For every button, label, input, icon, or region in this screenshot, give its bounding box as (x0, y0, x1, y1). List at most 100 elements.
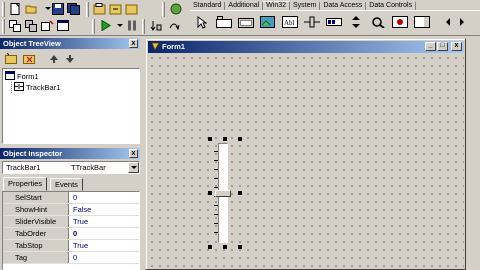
toolbar-separator (162, 2, 165, 17)
new-icon[interactable] (8, 1, 23, 16)
property-row[interactable]: Tag 0 (3, 252, 139, 264)
treeview-list: Form1 TrackBar1 (2, 68, 140, 144)
palette-tabs: Standard Additional Win32 System Data Access… (190, 0, 480, 11)
resize-handle[interactable] (208, 137, 212, 141)
property-row[interactable]: TabStop True (3, 240, 139, 252)
animate-icon[interactable] (390, 13, 410, 31)
trackbar-node-icon (14, 82, 24, 94)
toggle-form-unit-icon[interactable] (40, 18, 55, 33)
tab-properties[interactable]: Properties (3, 177, 48, 191)
toolbar-grip[interactable] (2, 19, 5, 34)
form-client-area[interactable] (148, 54, 464, 269)
property-value[interactable]: True (73, 240, 88, 251)
treeview-title-bar[interactable]: Object TreeView x (0, 38, 140, 49)
object-treeview-panel: Object TreeView x Form1 TrackBar1 (0, 38, 142, 146)
toolbar-row-file (2, 1, 187, 17)
inspector-title-bar[interactable]: Object Inspector x (0, 148, 140, 159)
toolbar-separator (92, 19, 95, 34)
inspector-object-selector[interactable]: TrackBar1 TTrackBar (2, 161, 140, 174)
open-project-icon[interactable] (92, 1, 107, 16)
property-name: SelStart (3, 192, 69, 203)
tree-node-trackbar1[interactable]: TrackBar1 (11, 82, 60, 93)
tree-node-label: Form1 (17, 72, 39, 81)
property-value[interactable]: 0 (73, 228, 77, 239)
delete-item-icon[interactable] (22, 51, 37, 66)
form-designer-window[interactable]: Form1 _ □ x (145, 38, 466, 270)
inspector-title: Object Inspector (3, 149, 63, 158)
property-row[interactable]: SelStart 0 (3, 192, 139, 204)
save-all-icon[interactable] (66, 1, 81, 16)
close-button[interactable]: x (451, 42, 462, 51)
property-name: SliderVisible (3, 216, 69, 227)
tab-events[interactable]: Events (50, 178, 83, 191)
property-row[interactable]: TabOrder 0 (3, 228, 139, 240)
resize-handle[interactable] (223, 245, 227, 249)
move-down-icon[interactable] (62, 51, 77, 66)
help-icon[interactable] (168, 1, 183, 16)
toolbar-separator (86, 2, 89, 17)
new-form-icon[interactable] (56, 18, 71, 33)
pointer-icon[interactable] (192, 13, 212, 31)
resize-handle[interactable] (238, 245, 242, 249)
resize-handle[interactable] (223, 137, 227, 141)
resize-handle[interactable] (238, 137, 242, 141)
property-grid: SelStart 0 ShowHint False SliderVisible … (2, 191, 140, 270)
tabcontrol-icon[interactable] (214, 13, 234, 31)
new-item-icon[interactable] (4, 51, 19, 66)
step-over-icon[interactable] (166, 18, 181, 33)
trackbar-component[interactable] (208, 137, 242, 249)
move-up-icon[interactable] (46, 51, 61, 66)
resize-handle[interactable] (208, 245, 212, 249)
property-row[interactable]: ShowHint False (3, 204, 139, 216)
updown-icon[interactable] (346, 13, 366, 31)
treeview-title: Object TreeView (3, 39, 61, 48)
hotkey-icon[interactable] (368, 13, 388, 31)
trackbar-thumb[interactable] (215, 190, 231, 197)
save-project-icon[interactable] (108, 1, 123, 16)
pause-icon[interactable] (124, 18, 139, 33)
imagelist-icon[interactable] (258, 13, 278, 31)
remove-file-icon[interactable] (124, 1, 139, 16)
palette-components: Abl (190, 10, 480, 32)
resize-handle[interactable] (208, 191, 212, 195)
maximize-button[interactable]: □ (437, 42, 448, 51)
resize-handle[interactable] (238, 191, 242, 195)
selected-object-type: TTrackBar (71, 163, 106, 172)
tree-node-form1[interactable]: Form1 (5, 71, 39, 82)
form-title: Form1 (162, 42, 185, 51)
property-row[interactable]: SliderVisible True (3, 216, 139, 228)
progressbar-icon[interactable] (324, 13, 344, 31)
view-form-icon[interactable] (24, 18, 39, 33)
trackbar-icon[interactable] (302, 13, 322, 31)
richedit-icon[interactable]: Abl (280, 13, 300, 31)
view-unit-icon[interactable] (8, 18, 23, 33)
object-inspector-panel: Object Inspector x TrackBar1 TTrackBar P… (0, 148, 142, 270)
property-value[interactable]: False (73, 204, 91, 215)
palette-scroll-right-icon[interactable] (452, 13, 472, 31)
open-icon[interactable] (24, 1, 39, 16)
trace-into-icon[interactable] (148, 18, 163, 33)
property-value[interactable]: 0 (73, 252, 77, 263)
toolbar-row-view (2, 18, 187, 34)
component-palette: Standard Additional Win32 System Data Access… (190, 0, 480, 36)
property-name: Tag (3, 252, 69, 263)
inspector-close-button[interactable]: x (129, 149, 138, 158)
toolbar-grip[interactable] (2, 2, 5, 17)
palette-tab-win32[interactable]: Win32 (263, 1, 291, 10)
pagecontrol-icon[interactable] (236, 13, 256, 31)
treeview-toolbar (0, 51, 140, 66)
chevron-down-icon[interactable] (128, 162, 139, 173)
datetimepicker-icon[interactable] (412, 13, 432, 31)
form-title-bar[interactable]: Form1 _ □ x (148, 41, 464, 53)
save-icon[interactable] (50, 1, 65, 16)
property-value[interactable]: True (73, 216, 88, 227)
run-icon[interactable] (98, 18, 113, 33)
property-value[interactable]: 0 (73, 192, 77, 203)
tree-node-label: TrackBar1 (26, 83, 61, 92)
property-name: TabStop (3, 240, 69, 251)
svg-text:Abl: Abl (284, 19, 295, 27)
treeview-close-button[interactable]: x (129, 39, 138, 48)
minimize-button[interactable]: _ (425, 42, 436, 51)
property-name: TabOrder (3, 228, 69, 239)
desktop-edge (466, 38, 480, 270)
